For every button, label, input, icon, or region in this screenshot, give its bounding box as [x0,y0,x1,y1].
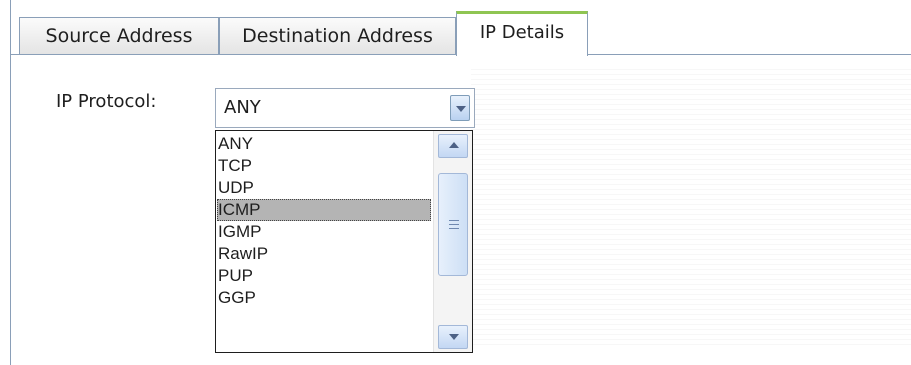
ip-protocol-dropdown-list[interactable]: ANY TCP UDP ICMP IGMP RawIP PUP GGP [215,130,473,353]
grip-icon [449,228,459,229]
ip-protocol-selected-value: ANY [224,97,261,118]
dropdown-option-tcp[interactable]: TCP [217,155,431,177]
dropdown-option-icmp[interactable]: ICMP [217,199,431,221]
tab-destination-address[interactable]: Destination Address [219,17,456,54]
arrow-up-icon[interactable] [438,134,468,158]
dropdown-option-udp[interactable]: UDP [217,177,431,199]
ip-details-panel: IP Protocol: ANY ANY TCP UDP ICMP IGMP R… [11,55,911,365]
ip-protocol-combobox[interactable]: ANY [215,88,475,128]
dropdown-option-pup[interactable]: PUP [217,265,431,287]
tab-source-address[interactable]: Source Address [19,17,219,54]
dropdown-option-igmp[interactable]: IGMP [217,221,431,243]
dropdown-option-any[interactable]: ANY [217,133,431,155]
scrollbar-thumb[interactable] [438,173,468,276]
arrow-down-icon[interactable] [438,325,468,349]
grip-icon [449,220,459,221]
dialog-frame: Source Address Destination Address IP De… [10,0,911,365]
tab-ip-details[interactable]: IP Details [456,11,588,56]
dropdown-option-rawip[interactable]: RawIP [217,243,431,265]
tab-strip: Source Address Destination Address IP De… [11,0,911,56]
grip-icon [449,224,459,225]
dropdown-scrollbar[interactable] [433,131,472,352]
ip-protocol-label: IP Protocol: [56,91,157,112]
panel-background-stripes [471,65,911,345]
dropdown-items: ANY TCP UDP ICMP IGMP RawIP PUP GGP [217,133,431,309]
dropdown-option-ggp[interactable]: GGP [217,287,431,309]
chevron-down-icon[interactable] [450,95,470,121]
